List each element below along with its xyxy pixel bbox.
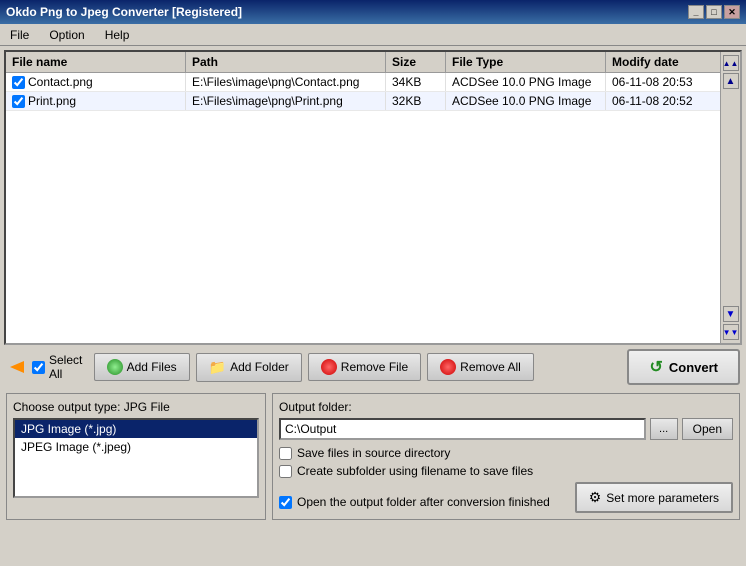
output-type-label: Choose output type: JPG File xyxy=(13,400,259,414)
col-filename[interactable]: File name xyxy=(6,52,186,72)
convert-button[interactable]: ↺ Convert xyxy=(627,349,740,385)
cell-path-2: E:\Files\image\png\Print.png xyxy=(186,92,386,110)
menu-bar: File Option Help xyxy=(0,24,746,46)
menu-option[interactable]: Option xyxy=(43,26,90,44)
select-all-area: Select All xyxy=(6,353,88,381)
col-filetype[interactable]: File Type xyxy=(446,52,606,72)
file-table-container: File name Path Size File Type Modify dat… xyxy=(4,50,742,345)
row1-filename: Contact.png xyxy=(28,75,93,89)
create-subfolder-checkbox[interactable] xyxy=(279,465,292,478)
gear-icon: ⚙ xyxy=(589,489,602,506)
list-item-jpg[interactable]: JPG Image (*.jpg) xyxy=(15,420,257,438)
scroll-up-button[interactable]: ▲ xyxy=(723,73,739,89)
add-folder-button[interactable]: 📁 Add Folder xyxy=(196,353,302,382)
bottom-section: Choose output type: JPG File JPG Image (… xyxy=(4,389,742,524)
create-subfolder-label: Create subfolder using filename to save … xyxy=(297,464,533,478)
minimize-button[interactable]: _ xyxy=(688,5,704,19)
col-size[interactable]: Size xyxy=(386,52,446,72)
cell-date-2: 06-11-08 20:52 xyxy=(606,92,720,110)
remove-all-button[interactable]: Remove All xyxy=(427,353,534,381)
title-buttons: _ □ ✕ xyxy=(688,5,740,19)
cell-size-1: 34KB xyxy=(386,73,446,91)
folder-browse-button[interactable]: ... xyxy=(650,418,678,440)
folder-row: ... Open xyxy=(279,418,733,440)
output-folder-label: Output folder: xyxy=(279,400,733,414)
folder-open-button[interactable]: Open xyxy=(682,418,733,440)
title-bar: Okdo Png to Jpeg Converter [Registered] … xyxy=(0,0,746,24)
col-path[interactable]: Path xyxy=(186,52,386,72)
close-button[interactable]: ✕ xyxy=(724,5,740,19)
open-output-folder-label: Open the output folder after conversion … xyxy=(297,495,550,509)
menu-help[interactable]: Help xyxy=(99,26,136,44)
row2-filename: Print.png xyxy=(28,94,76,108)
cell-filename-2: Print.png xyxy=(6,92,186,110)
output-type-list[interactable]: JPG Image (*.jpg) JPEG Image (*.jpeg) xyxy=(13,418,259,498)
add-files-button[interactable]: Add Files xyxy=(94,353,190,381)
select-all-checkbox[interactable] xyxy=(32,361,45,374)
toolbar-area: Select All Add Files 📁 Add Folder Remove… xyxy=(4,345,742,389)
cell-filename-1: Contact.png xyxy=(6,73,186,91)
scroll-down-button[interactable]: ▼ xyxy=(723,306,739,322)
table-scrollbar: ▲▲ ▲ ▼ ▼▼ xyxy=(720,52,740,343)
table-row: Contact.png E:\Files\image\png\Contact.p… xyxy=(6,73,720,92)
checkbox-row-2: Create subfolder using filename to save … xyxy=(279,464,733,478)
maximize-button[interactable]: □ xyxy=(706,5,722,19)
main-content: File name Path Size File Type Modify dat… xyxy=(0,46,746,528)
menu-file[interactable]: File xyxy=(4,26,35,44)
select-all-label: Select All xyxy=(49,353,88,381)
list-item-jpeg[interactable]: JPEG Image (*.jpeg) xyxy=(15,438,257,456)
col-modifydate[interactable]: Modify date xyxy=(606,52,720,72)
cell-size-2: 32KB xyxy=(386,92,446,110)
file-table: File name Path Size File Type Modify dat… xyxy=(6,52,720,343)
remove-all-icon xyxy=(440,359,456,375)
set-more-params-button[interactable]: ⚙ Set more parameters xyxy=(575,482,733,513)
remove-file-button[interactable]: Remove File xyxy=(308,353,421,381)
cell-type-2: ACDSee 10.0 PNG Image xyxy=(446,92,606,110)
checkbox-row-1: Save files in source directory xyxy=(279,446,733,460)
output-folder-panel: Output folder: ... Open Save files in so… xyxy=(272,393,740,520)
remove-file-icon xyxy=(321,359,337,375)
row1-checkbox[interactable] xyxy=(12,76,25,89)
table-header: File name Path Size File Type Modify dat… xyxy=(6,52,720,73)
add-files-icon xyxy=(107,359,123,375)
cell-date-1: 06-11-08 20:53 xyxy=(606,73,720,91)
open-output-folder-checkbox[interactable] xyxy=(279,496,292,509)
save-source-dir-label: Save files in source directory xyxy=(297,446,450,460)
convert-icon: ↺ xyxy=(649,357,662,377)
window-title: Okdo Png to Jpeg Converter [Registered] xyxy=(6,5,242,19)
output-type-panel: Choose output type: JPG File JPG Image (… xyxy=(6,393,266,520)
back-icon[interactable] xyxy=(6,356,28,378)
folder-path-input[interactable] xyxy=(279,418,646,440)
cell-path-1: E:\Files\image\png\Contact.png xyxy=(186,73,386,91)
scroll-bottom-button[interactable]: ▼▼ xyxy=(723,324,739,340)
cell-type-1: ACDSee 10.0 PNG Image xyxy=(446,73,606,91)
row2-checkbox[interactable] xyxy=(12,95,25,108)
add-folder-icon: 📁 xyxy=(209,359,226,376)
scroll-top-button[interactable]: ▲▲ xyxy=(723,55,739,71)
table-body: Contact.png E:\Files\image\png\Contact.p… xyxy=(6,73,720,111)
checkbox-row-3: Open the output folder after conversion … xyxy=(279,495,550,509)
save-source-dir-checkbox[interactable] xyxy=(279,447,292,460)
table-row: Print.png E:\Files\image\png\Print.png 3… xyxy=(6,92,720,111)
